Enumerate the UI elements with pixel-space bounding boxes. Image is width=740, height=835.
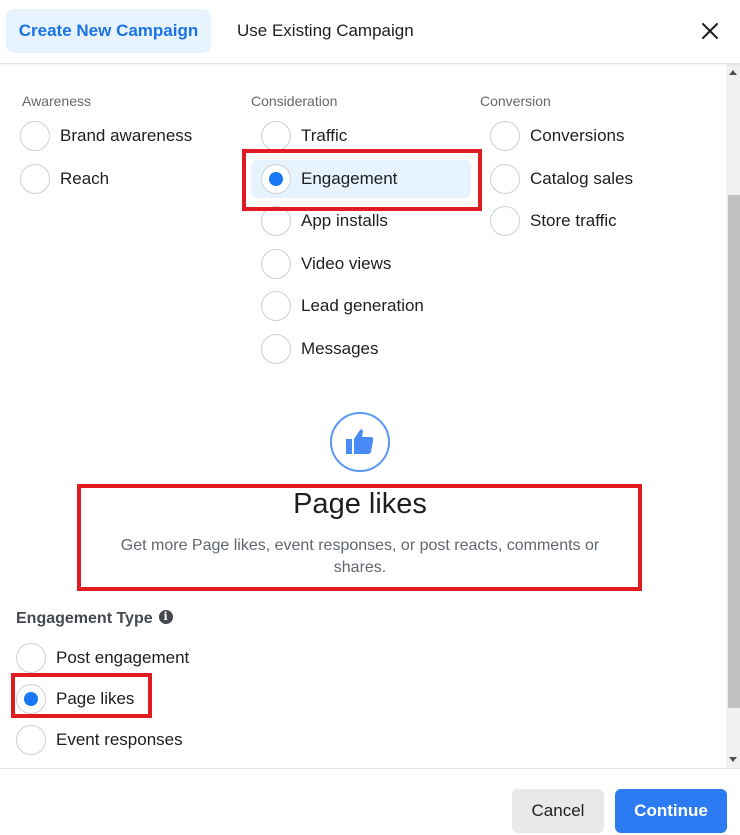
- objective-info-title: Page likes: [293, 488, 427, 520]
- radio-button[interactable]: [490, 121, 520, 152]
- column-title: Consideration: [251, 93, 338, 109]
- objective-column-awareness: Awareness Brand awareness Reach: [20, 92, 230, 200]
- tab-use-existing-campaign[interactable]: Use Existing Campaign: [222, 9, 429, 53]
- objective-option-app-installs[interactable]: App installs: [251, 200, 471, 243]
- objective-column-consideration: Consideration Traffic Engagement App ins…: [251, 92, 471, 370]
- option-label: Messages: [301, 338, 379, 358]
- engagement-option-page-likes[interactable]: Page likes: [16, 678, 189, 719]
- continue-button[interactable]: Continue: [615, 789, 727, 833]
- thumbs-up-icon: [346, 429, 374, 454]
- option-label: Reach: [60, 168, 110, 188]
- objective-option-traffic[interactable]: Traffic: [251, 115, 471, 158]
- radio-button[interactable]: [16, 642, 46, 673]
- objective-option-messages[interactable]: Messages: [251, 328, 471, 371]
- close-icon[interactable]: [698, 19, 722, 43]
- option-label: Catalog sales: [530, 168, 634, 188]
- engagement-option-event-responses[interactable]: Event responses: [16, 719, 189, 760]
- objective-option-reach[interactable]: Reach: [10, 158, 230, 201]
- objective-info-description: Get more Page likes, event responses, or…: [120, 537, 600, 576]
- thumbs-up-icon-circle: [330, 412, 390, 472]
- objective-option-lead-generation[interactable]: Lead generation: [251, 285, 471, 328]
- radio-button[interactable]: [261, 333, 291, 364]
- radio-button[interactable]: [20, 121, 50, 152]
- info-icon[interactable]: i: [158, 610, 173, 624]
- column-title: Awareness: [22, 93, 92, 109]
- option-label: App installs: [301, 211, 388, 231]
- radio-button[interactable]: [261, 206, 291, 237]
- option-label: Event responses: [56, 729, 183, 749]
- tab-create-new-campaign[interactable]: Create New Campaign: [6, 9, 211, 53]
- radio-button[interactable]: [16, 724, 46, 755]
- objective-option-conversions[interactable]: Conversions: [480, 115, 700, 158]
- vertical-scrollbar[interactable]: [726, 64, 740, 768]
- radio-button[interactable]: [261, 121, 291, 152]
- scroll-up-arrow-icon[interactable]: [729, 70, 737, 75]
- objective-option-video-views[interactable]: Video views: [251, 243, 471, 286]
- option-label: Lead generation: [301, 296, 424, 316]
- objective-option-catalog-sales[interactable]: Catalog sales: [480, 158, 700, 201]
- scroll-down-arrow-icon[interactable]: [729, 757, 737, 762]
- option-label: Traffic: [301, 126, 348, 146]
- dialog-content: Awareness Brand awareness Reach Consider…: [0, 64, 726, 768]
- engagement-type-title: Engagement Type: [16, 610, 153, 627]
- radio-button[interactable]: [261, 291, 291, 322]
- option-label: Page likes: [56, 688, 135, 708]
- engagement-type-options: Post engagement Page likes Event respons…: [16, 637, 189, 760]
- option-label: Store traffic: [530, 211, 617, 231]
- radio-button-checked[interactable]: [16, 683, 46, 714]
- scrollbar-thumb[interactable]: [728, 195, 740, 708]
- column-title: Conversion: [480, 93, 551, 109]
- dialog-footer: Cancel Continue: [0, 768, 740, 835]
- radio-button[interactable]: [20, 163, 50, 194]
- objective-option-brand-awareness[interactable]: Brand awareness: [10, 115, 230, 158]
- engagement-type-heading: Engagement Type i: [16, 610, 173, 628]
- option-label: Conversions: [530, 126, 625, 146]
- engagement-option-post-engagement[interactable]: Post engagement: [16, 637, 189, 678]
- cancel-button[interactable]: Cancel: [512, 789, 604, 833]
- objective-option-engagement[interactable]: Engagement: [251, 158, 471, 201]
- objective-column-conversion: Conversion Conversions Catalog sales Sto…: [480, 92, 700, 243]
- radio-button[interactable]: [490, 206, 520, 237]
- option-label: Post engagement: [56, 647, 190, 667]
- radio-button[interactable]: [261, 248, 291, 279]
- option-label: Engagement: [301, 168, 398, 188]
- objective-option-store-traffic[interactable]: Store traffic: [480, 200, 700, 243]
- radio-button[interactable]: [490, 163, 520, 194]
- radio-button-checked[interactable]: [261, 163, 291, 194]
- option-label: Video views: [301, 253, 392, 273]
- option-label: Brand awareness: [60, 126, 193, 146]
- dialog-header: Create New Campaign Use Existing Campaig…: [0, 0, 740, 64]
